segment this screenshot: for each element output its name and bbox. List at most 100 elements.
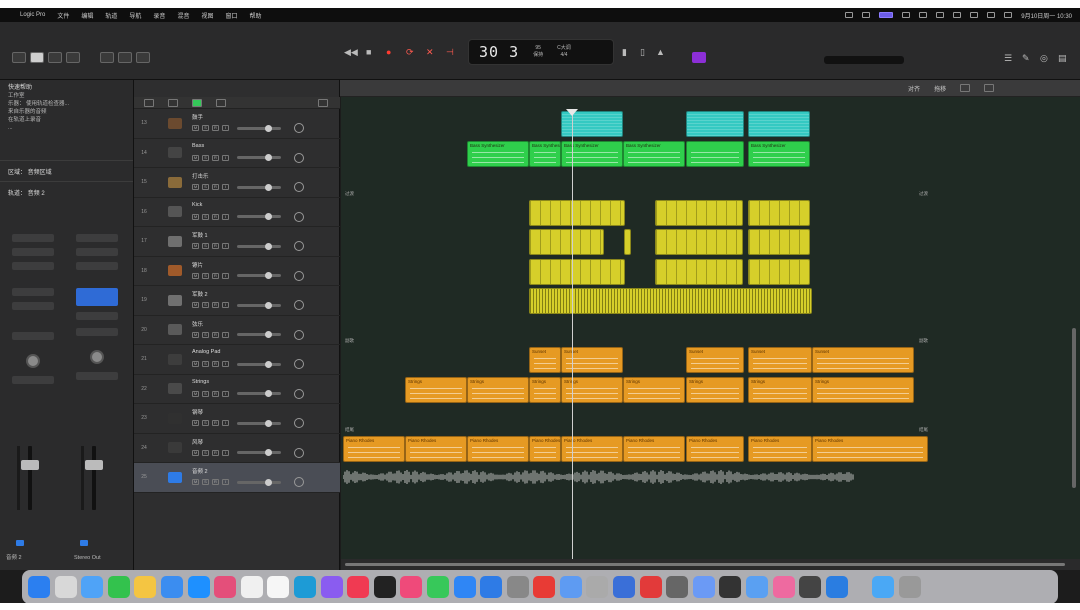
smart-controls-button[interactable]: [100, 52, 114, 63]
record-enable-button[interactable]: R: [212, 243, 219, 250]
orange-region[interactable]: Sunset: [561, 347, 623, 373]
count-in-icon[interactable]: ▯: [640, 47, 645, 58]
setting-slot[interactable]: [76, 234, 118, 242]
volume-knob[interactable]: [265, 419, 272, 427]
green-region[interactable]: Bass Synthesizer: [748, 140, 810, 167]
orange-region[interactable]: Piano Rhodes: [623, 435, 685, 462]
dock-app-icon[interactable]: [533, 576, 556, 598]
status-icon[interactable]: [862, 12, 871, 18]
dock-app-icon[interactable]: [506, 576, 529, 598]
input-monitor-button[interactable]: I: [222, 272, 229, 279]
green-region[interactable]: Bass Synthesizer: [623, 140, 685, 167]
track-pan-knob[interactable]: [294, 300, 304, 311]
dock-app-icon[interactable]: [480, 576, 503, 598]
status-icon[interactable]: [902, 12, 911, 18]
tuner-icon[interactable]: ▮: [622, 47, 627, 58]
setting-slot[interactable]: [12, 234, 54, 242]
yellow-region[interactable]: [529, 258, 625, 285]
green-region[interactable]: Bass Synthesizer: [529, 140, 561, 167]
orange-region[interactable]: Piano Rhodes: [529, 435, 561, 462]
menu-help[interactable]: 帮助: [249, 11, 261, 20]
record-enable-button[interactable]: R: [212, 213, 219, 220]
group-icon[interactable]: [168, 99, 178, 107]
track-pan-knob[interactable]: [294, 123, 304, 134]
menu-app-name[interactable]: Logic Pro: [20, 12, 45, 18]
output-plugin-slot[interactable]: [76, 288, 118, 306]
volume-knob[interactable]: [265, 331, 272, 339]
status-icon[interactable]: [845, 12, 854, 18]
list-icon[interactable]: [318, 99, 328, 107]
volume-knob[interactable]: [265, 242, 272, 250]
track-header[interactable]: 24 风琴 M S R I: [134, 434, 340, 463]
track-volume-slider[interactable]: [237, 419, 281, 427]
track-header[interactable]: 14 Bass M S R I: [134, 139, 340, 168]
track-header[interactable]: 23 钢琴 M S R I: [134, 404, 340, 434]
dock-app-icon[interactable]: [347, 576, 370, 598]
dock-app-icon[interactable]: [240, 576, 263, 598]
library-button[interactable]: [12, 52, 26, 63]
notes-icon[interactable]: ✎: [1022, 53, 1030, 64]
volume-knob[interactable]: [265, 154, 272, 162]
dock-app-icon[interactable]: [453, 576, 476, 598]
dock-app-icon[interactable]: [872, 576, 895, 598]
track-header[interactable]: 16 Kick M S R I: [134, 198, 340, 227]
cycle-icon[interactable]: ⟳: [406, 47, 414, 58]
dock-app-icon[interactable]: [899, 576, 921, 598]
mute-button[interactable]: M: [192, 125, 199, 132]
menu-record[interactable]: 录音: [153, 11, 165, 20]
track-header[interactable]: 22 Strings M S R I: [134, 375, 340, 404]
track-inspector-header[interactable]: 轨道： 音频 2: [0, 186, 133, 198]
bounce-button[interactable]: [80, 540, 88, 546]
volume-knob[interactable]: [265, 213, 272, 221]
menubar-clock[interactable]: 9月10日周一 10:30: [1021, 11, 1072, 20]
track-pan-knob[interactable]: [294, 418, 304, 429]
track-name[interactable]: Bass: [192, 143, 312, 151]
solo-button[interactable]: S: [202, 331, 209, 338]
browser-icon[interactable]: ▤: [1058, 53, 1067, 64]
track-volume-slider[interactable]: [237, 272, 281, 280]
wifi-icon[interactable]: [953, 12, 962, 18]
dock-app-icon[interactable]: [746, 576, 769, 598]
dock-app-icon[interactable]: [107, 576, 130, 598]
record-enable-button[interactable]: R: [212, 125, 219, 132]
orange-region[interactable]: Piano Rhodes: [561, 435, 623, 462]
orange-region[interactable]: Piano Rhodes: [748, 435, 812, 462]
track-volume-slider[interactable]: [237, 213, 281, 221]
status-icon[interactable]: [919, 12, 928, 18]
dock-app-icon[interactable]: [214, 576, 237, 598]
volume-knob[interactable]: [265, 183, 272, 191]
track-name[interactable]: 镲片: [192, 261, 312, 269]
input-monitor-button[interactable]: I: [222, 184, 229, 191]
list-editor-icon[interactable]: ☰: [1004, 53, 1012, 64]
green-region[interactable]: Bass Synthesizer: [467, 140, 529, 167]
track-name[interactable]: Analog Pad: [192, 349, 312, 357]
track-header[interactable]: 25 音频 2 MSRI: [134, 463, 340, 493]
orange-region[interactable]: Piano Rhodes: [686, 435, 744, 462]
dock-app-icon[interactable]: [772, 576, 795, 598]
orange-region[interactable]: Strings: [623, 376, 685, 403]
track-header[interactable]: 20 弦乐 M S R I: [134, 316, 340, 345]
menu-file[interactable]: 文件: [57, 11, 69, 20]
dock-app-icon[interactable]: [293, 576, 316, 598]
dock-app-icon[interactable]: [719, 576, 742, 598]
status-highlight-icon[interactable]: [879, 12, 894, 18]
dock-app-icon[interactable]: [187, 576, 210, 598]
yellow-region[interactable]: [748, 258, 810, 285]
vertical-scrollbar[interactable]: [1072, 328, 1076, 488]
input-monitor-button[interactable]: I: [222, 302, 229, 309]
playhead-handle-icon[interactable]: [566, 109, 578, 116]
track-pan-knob[interactable]: [294, 182, 304, 193]
record-enable-button[interactable]: R: [212, 479, 219, 486]
green-region[interactable]: [686, 140, 744, 167]
audio-waveform-region[interactable]: [342, 469, 855, 485]
record-enable-button[interactable]: R: [212, 184, 219, 191]
yellow-region[interactable]: [529, 199, 625, 226]
volume-knob[interactable]: [265, 449, 272, 457]
plugin-badge-icon[interactable]: [692, 52, 706, 63]
track-pan-knob[interactable]: [294, 270, 304, 281]
orange-region[interactable]: Sunset: [812, 347, 914, 373]
menu-navigate[interactable]: 导航: [129, 11, 141, 20]
dock-app-icon[interactable]: [639, 576, 662, 598]
record-enable-button[interactable]: R: [212, 272, 219, 279]
orange-region[interactable]: Strings: [748, 376, 812, 403]
